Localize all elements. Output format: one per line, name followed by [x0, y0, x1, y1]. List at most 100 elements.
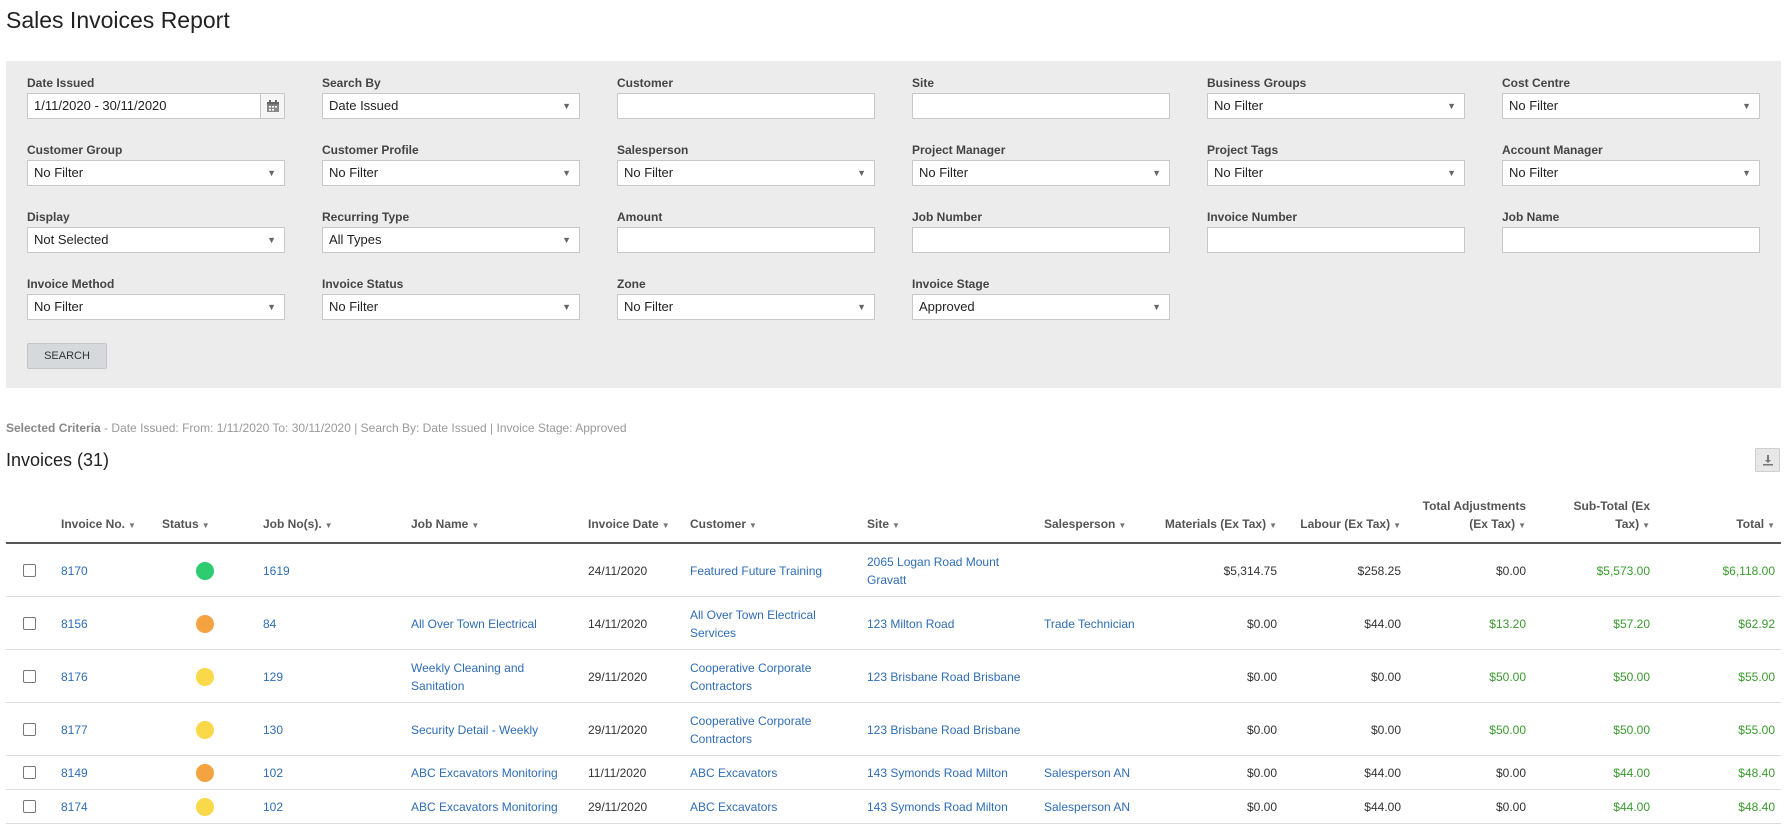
- row-checkbox[interactable]: [23, 564, 36, 577]
- job-name-input[interactable]: [1502, 227, 1760, 253]
- materials-amount: $0.00: [1246, 723, 1277, 737]
- col-invoice-date[interactable]: Invoice Date ▼: [588, 515, 670, 535]
- col-job-nos-label: Job No(s).: [263, 517, 322, 531]
- site-link[interactable]: 123 Brisbane Road Brisbane: [867, 668, 1027, 686]
- col-materials[interactable]: Materials (Ex Tax) ▼: [1140, 515, 1277, 535]
- filter-amount: Amount: [617, 209, 875, 253]
- invoice-status-select[interactable]: No Filter ▼: [322, 294, 580, 320]
- col-job-nos[interactable]: Job No(s). ▼: [263, 515, 333, 535]
- invoice-status-value: No Filter: [329, 299, 379, 314]
- row-checkbox[interactable]: [23, 800, 36, 813]
- job-number-input[interactable]: [912, 227, 1170, 253]
- search-button[interactable]: SEARCH: [27, 343, 107, 369]
- business-groups-select[interactable]: No Filter ▼: [1207, 93, 1465, 119]
- col-status-label: Status: [162, 517, 199, 531]
- invoice-status-label: Invoice Status: [322, 277, 404, 291]
- account-manager-select[interactable]: No Filter ▼: [1502, 160, 1760, 186]
- job-name-link[interactable]: ABC Excavators Monitoring: [411, 764, 571, 782]
- adjustments-amount: $13.20: [1489, 617, 1526, 631]
- zone-select[interactable]: No Filter ▼: [617, 294, 875, 320]
- salesperson-select[interactable]: No Filter ▼: [617, 160, 875, 186]
- chevron-down-icon: ▼: [857, 302, 866, 312]
- job-name-link[interactable]: Weekly Cleaning and Sanitation: [411, 659, 571, 695]
- zone-label: Zone: [617, 277, 646, 291]
- adjustments-amount: $50.00: [1489, 723, 1526, 737]
- col-salesperson[interactable]: Salesperson ▼: [1044, 515, 1126, 535]
- job-no-link[interactable]: 102: [263, 764, 343, 782]
- date-issued-input[interactable]: 1/11/2020 - 30/11/2020: [27, 93, 285, 119]
- invoice-number-input[interactable]: [1207, 227, 1465, 253]
- site-link[interactable]: 123 Brisbane Road Brisbane: [867, 721, 1027, 739]
- customer-link[interactable]: Cooperative Corporate Contractors: [690, 712, 840, 748]
- col-total-adjustments-label-2: (Ex Tax): [1469, 517, 1516, 531]
- amount-input[interactable]: [617, 227, 875, 253]
- site-link[interactable]: 143 Symonds Road Milton: [867, 798, 1027, 816]
- download-icon: [1762, 455, 1773, 466]
- chevron-down-icon: ▼: [1742, 168, 1751, 178]
- materials-amount: $0.00: [1246, 617, 1277, 631]
- filter-business-groups: Business Groups No Filter ▼: [1207, 75, 1465, 119]
- invoice-method-select[interactable]: No Filter ▼: [27, 294, 285, 320]
- job-name-link[interactable]: ABC Excavators Monitoring: [411, 798, 571, 816]
- status-indicator-icon: [196, 615, 214, 633]
- invoice-no-link[interactable]: 8174: [61, 798, 131, 816]
- job-no-link[interactable]: 102: [263, 798, 343, 816]
- labour-amount: $0.00: [1370, 670, 1401, 684]
- salesperson-link[interactable]: Salesperson AN: [1044, 798, 1154, 816]
- invoice-no-link[interactable]: 8177: [61, 721, 131, 739]
- calendar-icon[interactable]: [260, 94, 284, 118]
- project-tags-select[interactable]: No Filter ▼: [1207, 160, 1465, 186]
- col-subtotal[interactable]: Sub-Total (Ex Tax) ▼: [1540, 497, 1650, 535]
- customer-input[interactable]: [617, 93, 875, 119]
- customer-link[interactable]: ABC Excavators: [690, 764, 840, 782]
- invoice-no-link[interactable]: 8176: [61, 668, 131, 686]
- cost-centre-select[interactable]: No Filter ▼: [1502, 93, 1760, 119]
- invoice-no-link[interactable]: 8156: [61, 615, 131, 633]
- col-status[interactable]: Status ▼: [162, 515, 210, 535]
- search-by-select[interactable]: Date Issued ▼: [322, 93, 580, 119]
- col-customer[interactable]: Customer ▼: [690, 515, 757, 535]
- site-link[interactable]: 123 Milton Road: [867, 615, 1027, 633]
- col-site[interactable]: Site ▼: [867, 515, 900, 535]
- row-checkbox[interactable]: [23, 766, 36, 779]
- row-checkbox[interactable]: [23, 670, 36, 683]
- site-link[interactable]: 2065 Logan Road Mount Gravatt: [867, 553, 1027, 589]
- recurring-type-select[interactable]: All Types ▼: [322, 227, 580, 253]
- col-labour[interactable]: Labour (Ex Tax) ▼: [1280, 515, 1401, 535]
- site-link[interactable]: 143 Symonds Road Milton: [867, 764, 1027, 782]
- col-salesperson-label: Salesperson: [1044, 517, 1116, 531]
- row-checkbox[interactable]: [23, 723, 36, 736]
- customer-link[interactable]: All Over Town Electrical Services: [690, 606, 840, 642]
- salesperson-link[interactable]: Salesperson AN: [1044, 764, 1154, 782]
- job-no-link[interactable]: 84: [263, 615, 343, 633]
- customer-link[interactable]: Featured Future Training: [690, 562, 840, 580]
- row-checkbox[interactable]: [23, 617, 36, 630]
- invoice-no-link[interactable]: 8170: [61, 562, 131, 580]
- display-select[interactable]: Not Selected ▼: [27, 227, 285, 253]
- project-manager-select[interactable]: No Filter ▼: [912, 160, 1170, 186]
- salesperson-link[interactable]: Trade Technician: [1044, 615, 1154, 633]
- job-no-link[interactable]: 129: [263, 668, 343, 686]
- selected-criteria: Selected Criteria - Date Issued: From: 1…: [6, 421, 627, 435]
- col-customer-label: Customer: [690, 517, 747, 531]
- customer-profile-select[interactable]: No Filter ▼: [322, 160, 580, 186]
- job-no-link[interactable]: 130: [263, 721, 343, 739]
- job-name-link[interactable]: Security Detail - Weekly: [411, 721, 571, 739]
- filter-invoice-method: Invoice Method No Filter ▼: [27, 276, 285, 320]
- filter-job-name: Job Name: [1502, 209, 1760, 253]
- site-input[interactable]: [912, 93, 1170, 119]
- job-no-link[interactable]: 1619: [263, 562, 343, 580]
- customer-link[interactable]: ABC Excavators: [690, 798, 840, 816]
- col-materials-label: Materials (Ex Tax): [1164, 517, 1267, 531]
- job-name-link[interactable]: All Over Town Electrical: [411, 615, 571, 633]
- col-total[interactable]: Total ▼: [1680, 515, 1775, 535]
- customer-link[interactable]: Cooperative Corporate Contractors: [690, 659, 840, 695]
- invoice-no-link[interactable]: 8149: [61, 764, 131, 782]
- customer-group-select[interactable]: No Filter ▼: [27, 160, 285, 186]
- col-total-adjustments[interactable]: Total Adjustments (Ex Tax) ▼: [1400, 497, 1526, 535]
- invoice-stage-select[interactable]: Approved ▼: [912, 294, 1170, 320]
- col-job-name[interactable]: Job Name ▼: [411, 515, 479, 535]
- subtotal-amount: $44.00: [1613, 800, 1650, 814]
- export-button[interactable]: [1755, 448, 1780, 472]
- col-invoice-no[interactable]: Invoice No. ▼: [61, 515, 136, 535]
